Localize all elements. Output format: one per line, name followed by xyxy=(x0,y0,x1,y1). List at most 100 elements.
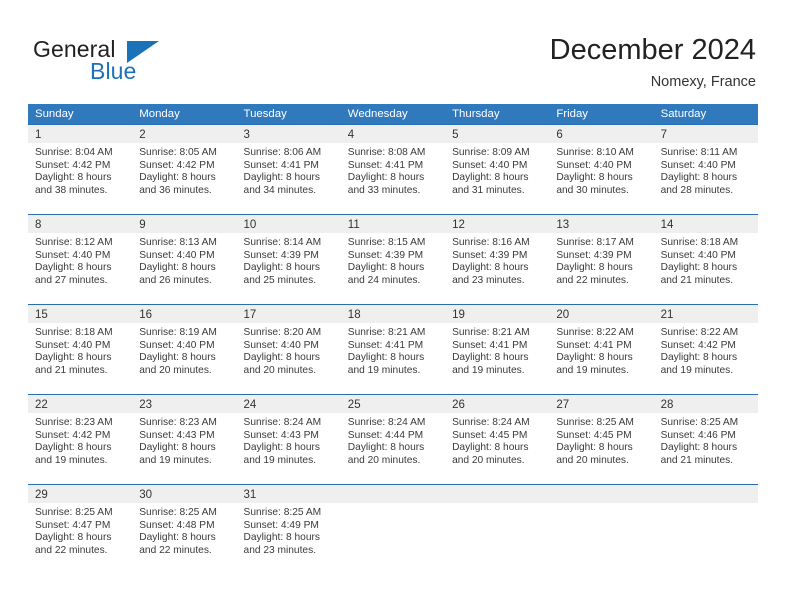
calendar-day-cell[interactable]: 28 Sunrise: 8:25 AM Sunset: 4:46 PM Dayligh… xyxy=(653,395,758,474)
day-details: Sunrise: 8:23 AM Sunset: 4:42 PM Daylight:… xyxy=(28,413,132,467)
calendar-day-cell[interactable]: 22 Sunrise: 8:23 AM Sunset: 4:42 PM Dayligh… xyxy=(28,395,133,474)
calendar-day-cell[interactable]: 13 Sunrise: 8:17 AM Sunset: 4:39 PM Dayligh… xyxy=(549,215,654,294)
calendar-day-cell[interactable]: 15 Sunrise: 8:18 AM Sunset: 4:40 PM Dayligh… xyxy=(28,305,133,384)
location-subtitle: Nomexy, France xyxy=(650,74,756,90)
calendar-day-cell[interactable]: 23 Sunrise: 8:23 AM Sunset: 4:43 PM Dayligh… xyxy=(132,395,237,474)
calendar-day-cell[interactable]: 2 Sunrise: 8:05 AM Sunset: 4:42 PM Daylight… xyxy=(132,125,237,204)
sunrise-text: Sunrise: 8:14 AM xyxy=(243,237,322,248)
calendar-day-cell[interactable]: 7 Sunrise: 8:11 AM Sunset: 4:40 PM Daylight… xyxy=(653,125,758,204)
day-number: 1 xyxy=(35,129,42,141)
day-number-band: 16 xyxy=(132,305,237,323)
generalblue-logo[interactable]: General Blue xyxy=(33,36,213,88)
day-number-band: 12 xyxy=(445,215,550,233)
day-number-band: 25 xyxy=(340,395,446,413)
daylight-text-line2: and 27 minutes. xyxy=(35,274,108,286)
day-details: Sunrise: 8:14 AM Sunset: 4:39 PM Daylight:… xyxy=(237,233,341,287)
calendar-day-cell[interactable]: 30 Sunrise: 8:25 AM Sunset: 4:48 PM Dayligh… xyxy=(132,485,237,564)
day-number-band xyxy=(340,485,446,503)
day-number: 29 xyxy=(35,489,48,501)
calendar-day-cell[interactable]: 25 Sunrise: 8:24 AM Sunset: 4:44 PM Dayligh… xyxy=(340,395,446,474)
day-details: Sunrise: 8:22 AM Sunset: 4:42 PM Daylight:… xyxy=(654,323,758,377)
calendar-day-cell[interactable]: 20 Sunrise: 8:22 AM Sunset: 4:41 PM Dayligh… xyxy=(549,305,654,384)
sunset-text: Sunset: 4:39 PM xyxy=(452,249,528,261)
calendar-day-cell-empty xyxy=(653,485,758,564)
daylight-text-line2: and 21 minutes. xyxy=(660,454,734,466)
day-details: Sunrise: 8:25 AM Sunset: 4:45 PM Daylight:… xyxy=(549,413,653,467)
day-number: 7 xyxy=(660,129,667,141)
calendar-day-cell[interactable]: 27 Sunrise: 8:25 AM Sunset: 4:45 PM Dayligh… xyxy=(549,395,654,474)
day-number-band: 4 xyxy=(340,125,446,143)
calendar-day-cell[interactable]: 14 Sunrise: 8:18 AM Sunset: 4:40 PM Dayligh… xyxy=(653,215,758,294)
day-details: Sunrise: 8:21 AM Sunset: 4:41 PM Daylight:… xyxy=(445,323,549,377)
daylight-text-line1: Daylight: 8 hours xyxy=(243,532,320,544)
daylight-text-line2: and 19 minutes. xyxy=(452,364,525,376)
calendar-day-cell[interactable]: 12 Sunrise: 8:16 AM Sunset: 4:39 PM Dayligh… xyxy=(445,215,550,294)
sunset-text: Sunset: 4:41 PM xyxy=(243,159,319,171)
day-number-band: 5 xyxy=(445,125,550,143)
weekday-header-thursday: Thursday xyxy=(452,108,500,120)
daylight-text-line1: Daylight: 8 hours xyxy=(452,172,529,184)
day-number: 20 xyxy=(556,309,570,321)
daylight-text-line1: Daylight: 8 hours xyxy=(347,262,425,274)
sunset-text: Sunset: 4:40 PM xyxy=(139,249,215,261)
calendar-day-cell[interactable]: 26 Sunrise: 8:24 AM Sunset: 4:45 PM Dayligh… xyxy=(445,395,550,474)
calendar-day-cell[interactable]: 29 Sunrise: 8:25 AM Sunset: 4:47 PM Dayligh… xyxy=(28,485,133,564)
sunset-text: Sunset: 4:43 PM xyxy=(139,429,215,441)
daylight-text-line1: Daylight: 8 hours xyxy=(243,442,320,454)
calendar-day-cell[interactable]: 10 Sunrise: 8:14 AM Sunset: 4:39 PM Dayligh… xyxy=(236,215,341,294)
calendar-day-cell[interactable]: 5 Sunrise: 8:09 AM Sunset: 4:40 PM Daylight… xyxy=(445,125,550,204)
calendar-day-cell[interactable]: 19 Sunrise: 8:21 AM Sunset: 4:41 PM Dayligh… xyxy=(445,305,550,384)
day-details: Sunrise: 8:10 AM Sunset: 4:40 PM Daylight:… xyxy=(549,143,653,197)
calendar-day-cell[interactable]: 8 Sunrise: 8:12 AM Sunset: 4:40 PM Daylight… xyxy=(28,215,133,294)
daylight-text-line2: and 20 minutes. xyxy=(139,364,212,376)
daylight-text-line2: and 22 minutes. xyxy=(139,544,212,556)
sunrise-text: Sunrise: 8:21 AM xyxy=(347,327,426,338)
day-number-band: 7 xyxy=(653,125,758,143)
sunset-text: Sunset: 4:40 PM xyxy=(660,159,736,171)
daylight-text-line2: and 20 minutes. xyxy=(556,454,629,466)
sunset-text: Sunset: 4:41 PM xyxy=(347,339,424,351)
day-number-band: 20 xyxy=(549,305,654,323)
weekday-header-friday: Friday xyxy=(556,108,588,120)
day-number: 8 xyxy=(35,219,42,231)
daylight-text-line2: and 30 minutes. xyxy=(556,184,629,196)
calendar-day-cell[interactable]: 9 Sunrise: 8:13 AM Sunset: 4:40 PM Daylight… xyxy=(132,215,237,294)
day-number-band: 18 xyxy=(340,305,446,323)
calendar-day-cell[interactable]: 18 Sunrise: 8:21 AM Sunset: 4:41 PM Dayligh… xyxy=(340,305,446,384)
day-details: Sunrise: 8:21 AM Sunset: 4:41 PM Daylight:… xyxy=(341,323,445,377)
daylight-text-line1: Daylight: 8 hours xyxy=(35,532,112,544)
daylight-text-line1: Daylight: 8 hours xyxy=(243,262,320,274)
calendar-day-cell[interactable]: 3 Sunrise: 8:06 AM Sunset: 4:41 PM Daylight… xyxy=(236,125,341,204)
day-number: 13 xyxy=(556,219,570,231)
calendar-day-cell[interactable]: 4 Sunrise: 8:08 AM Sunset: 4:41 PM Daylight… xyxy=(340,125,446,204)
sunset-text: Sunset: 4:42 PM xyxy=(660,339,736,351)
day-number: 22 xyxy=(35,399,48,411)
daylight-text-line1: Daylight: 8 hours xyxy=(139,352,216,364)
calendar-day-cell[interactable]: 6 Sunrise: 8:10 AM Sunset: 4:40 PM Daylight… xyxy=(549,125,654,204)
daylight-text-line2: and 28 minutes. xyxy=(660,184,734,196)
sunset-text: Sunset: 4:40 PM xyxy=(35,339,111,351)
calendar-day-cell[interactable]: 31 Sunrise: 8:25 AM Sunset: 4:49 PM Dayligh… xyxy=(236,485,341,564)
calendar-day-cell[interactable]: 1 Sunrise: 8:04 AM Sunset: 4:42 PM Daylight… xyxy=(28,125,133,204)
sunrise-text: Sunrise: 8:24 AM xyxy=(452,417,530,428)
daylight-text-line2: and 25 minutes. xyxy=(243,274,317,286)
calendar-week-row: 8 Sunrise: 8:12 AM Sunset: 4:40 PM Daylight… xyxy=(28,214,758,294)
day-number-band: 19 xyxy=(445,305,550,323)
calendar-day-cell[interactable]: 11 Sunrise: 8:15 AM Sunset: 4:39 PM Dayligh… xyxy=(340,215,446,294)
day-number-band: 10 xyxy=(236,215,341,233)
calendar-day-cell[interactable]: 16 Sunrise: 8:19 AM Sunset: 4:40 PM Dayligh… xyxy=(132,305,237,384)
page-header: General Blue December 2024 Nomexy, Franc… xyxy=(0,0,792,100)
day-number: 31 xyxy=(243,489,257,501)
calendar-week-row: 22 Sunrise: 8:23 AM Sunset: 4:42 PM Dayligh… xyxy=(28,394,758,474)
sunrise-text: Sunrise: 8:25 AM xyxy=(139,507,217,518)
calendar-day-cell[interactable]: 17 Sunrise: 8:20 AM Sunset: 4:40 PM Dayligh… xyxy=(236,305,341,384)
sunrise-text: Sunrise: 8:25 AM xyxy=(556,417,634,428)
day-details: Sunrise: 8:18 AM Sunset: 4:40 PM Daylight:… xyxy=(28,323,132,377)
daylight-text-line2: and 19 minutes. xyxy=(35,454,108,466)
daylight-text-line2: and 21 minutes. xyxy=(660,274,734,286)
calendar-day-cell[interactable]: 21 Sunrise: 8:22 AM Sunset: 4:42 PM Dayligh… xyxy=(653,305,758,384)
sunrise-text: Sunrise: 8:06 AM xyxy=(243,147,322,158)
day-details: Sunrise: 8:24 AM Sunset: 4:43 PM Daylight:… xyxy=(237,413,341,467)
calendar-day-cell[interactable]: 24 Sunrise: 8:24 AM Sunset: 4:43 PM Dayligh… xyxy=(236,395,341,474)
sunrise-text: Sunrise: 8:11 AM xyxy=(660,147,738,158)
